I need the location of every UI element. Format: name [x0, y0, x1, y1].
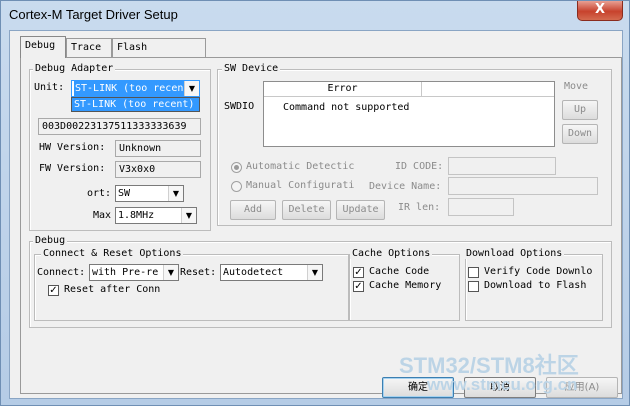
device-name-label: Device Name: — [369, 181, 442, 192]
chevron-down-icon[interactable]: ▼ — [184, 81, 199, 96]
title-bar[interactable]: Cortex-M Target Driver Setup X — [1, 1, 629, 29]
max-clock-value: 1.8MHz — [118, 210, 155, 221]
close-button[interactable]: X — [577, 1, 623, 21]
device-name-field[interactable] — [448, 177, 598, 195]
unit-label: Unit: — [34, 82, 65, 93]
reset-after-connect-label: Reset after Conn — [64, 284, 161, 295]
connect-reset-label: Connect & Reset Options — [41, 248, 184, 259]
download-to-flash-checkbox[interactable] — [468, 281, 479, 292]
max-clock-label: Max — [93, 210, 112, 221]
connect-value: with Pre-re — [92, 267, 159, 278]
radio-selected-dot — [234, 165, 239, 170]
fw-version-label: FW Version: — [39, 163, 106, 174]
connect-select[interactable]: with Pre-re ▼ — [89, 264, 179, 281]
cache-options-label: Cache Options — [350, 248, 433, 259]
reset-after-connect-checkbox[interactable]: ✓ — [48, 285, 59, 296]
cache-memory-checkbox[interactable]: ✓ — [353, 281, 364, 292]
dialog-client: Debug Trace Flash Download Debug Adapter… — [9, 30, 623, 399]
move-down-button[interactable]: Down — [562, 124, 598, 144]
tab-debug[interactable]: Debug — [20, 36, 66, 58]
download-to-flash-label: Download to Flash — [484, 280, 587, 291]
update-button[interactable]: Update — [336, 200, 385, 220]
chevron-down-icon[interactable]: ▼ — [163, 265, 178, 280]
manual-configuration-label: Manual Configurati — [246, 180, 355, 191]
automatic-detection-label: Automatic Detectic — [246, 161, 355, 172]
max-clock-select[interactable]: 1.8MHz ▼ — [115, 207, 197, 224]
error-column-header[interactable]: Error — [264, 82, 422, 97]
port-value: SW — [118, 188, 131, 199]
verify-code-download-label: Verify Code Downlo — [484, 266, 593, 277]
add-button[interactable]: Add — [230, 200, 276, 220]
id-code-label: ID CODE: — [395, 161, 444, 172]
download-options-label: Download Options — [464, 248, 565, 259]
debug-adapter-label: Debug Adapter — [33, 63, 116, 74]
unit-dropdown-option[interactable]: ST-LINK (too recent) — [71, 97, 200, 112]
reset-select[interactable]: Autodetect ▼ — [220, 264, 323, 281]
sw-device-label: SW Device — [222, 63, 281, 74]
id-code-field[interactable] — [448, 157, 556, 175]
delete-button[interactable]: Delete — [282, 200, 331, 220]
chevron-down-icon[interactable]: ▼ — [181, 208, 196, 223]
hw-version-value: Unknown — [115, 140, 201, 157]
move-up-button[interactable]: Up — [562, 100, 598, 120]
connect-label: Connect: — [37, 267, 86, 278]
debug-tab-panel: Debug Adapter Unit: ST-LINK (too recen ▼… — [20, 57, 622, 394]
reset-value: Autodetect — [223, 267, 284, 278]
port-select[interactable]: SW ▼ — [115, 185, 184, 202]
serial-number-field[interactable]: 003D00223137511333333639 — [38, 118, 201, 135]
manual-configuration-radio[interactable] — [231, 181, 242, 192]
chevron-down-icon[interactable]: ▼ — [168, 186, 183, 201]
automatic-detection-radio[interactable] — [231, 162, 242, 173]
ir-len-field[interactable] — [448, 198, 514, 216]
cache-code-label: Cache Code — [369, 266, 430, 277]
watermark-url: www.stmcu.org.cn — [427, 375, 578, 394]
cache-memory-label: Cache Memory — [369, 280, 442, 291]
verify-code-download-checkbox[interactable] — [468, 267, 479, 278]
dialog-window: Cortex-M Target Driver Setup X Debug Tra… — [0, 0, 630, 406]
unit-selected-value: ST-LINK (too recen — [74, 81, 185, 96]
move-label: Move — [564, 81, 589, 92]
column-header-blank — [422, 82, 554, 97]
port-label: ort: — [87, 188, 112, 199]
debug-group-label: Debug — [33, 235, 68, 246]
chevron-down-icon[interactable]: ▼ — [307, 265, 322, 280]
fw-version-value: V3x0x0 — [115, 161, 201, 178]
tab-flash-download[interactable]: Flash Download — [112, 38, 206, 71]
error-message: Command not supported — [283, 102, 410, 113]
device-list[interactable]: Error Command not supported — [263, 81, 555, 147]
hw-version-label: HW Version: — [39, 142, 106, 153]
reset-label: Reset: — [180, 267, 217, 278]
close-icon: X — [594, 2, 606, 17]
window-title: Cortex-M Target Driver Setup — [9, 7, 178, 22]
unit-select[interactable]: ST-LINK (too recen ▼ — [71, 80, 200, 97]
tab-trace[interactable]: Trace — [66, 38, 112, 58]
ir-len-label: IR len: — [398, 202, 441, 213]
cache-code-checkbox[interactable]: ✓ — [353, 267, 364, 278]
swdio-label: SWDIO — [224, 101, 255, 112]
